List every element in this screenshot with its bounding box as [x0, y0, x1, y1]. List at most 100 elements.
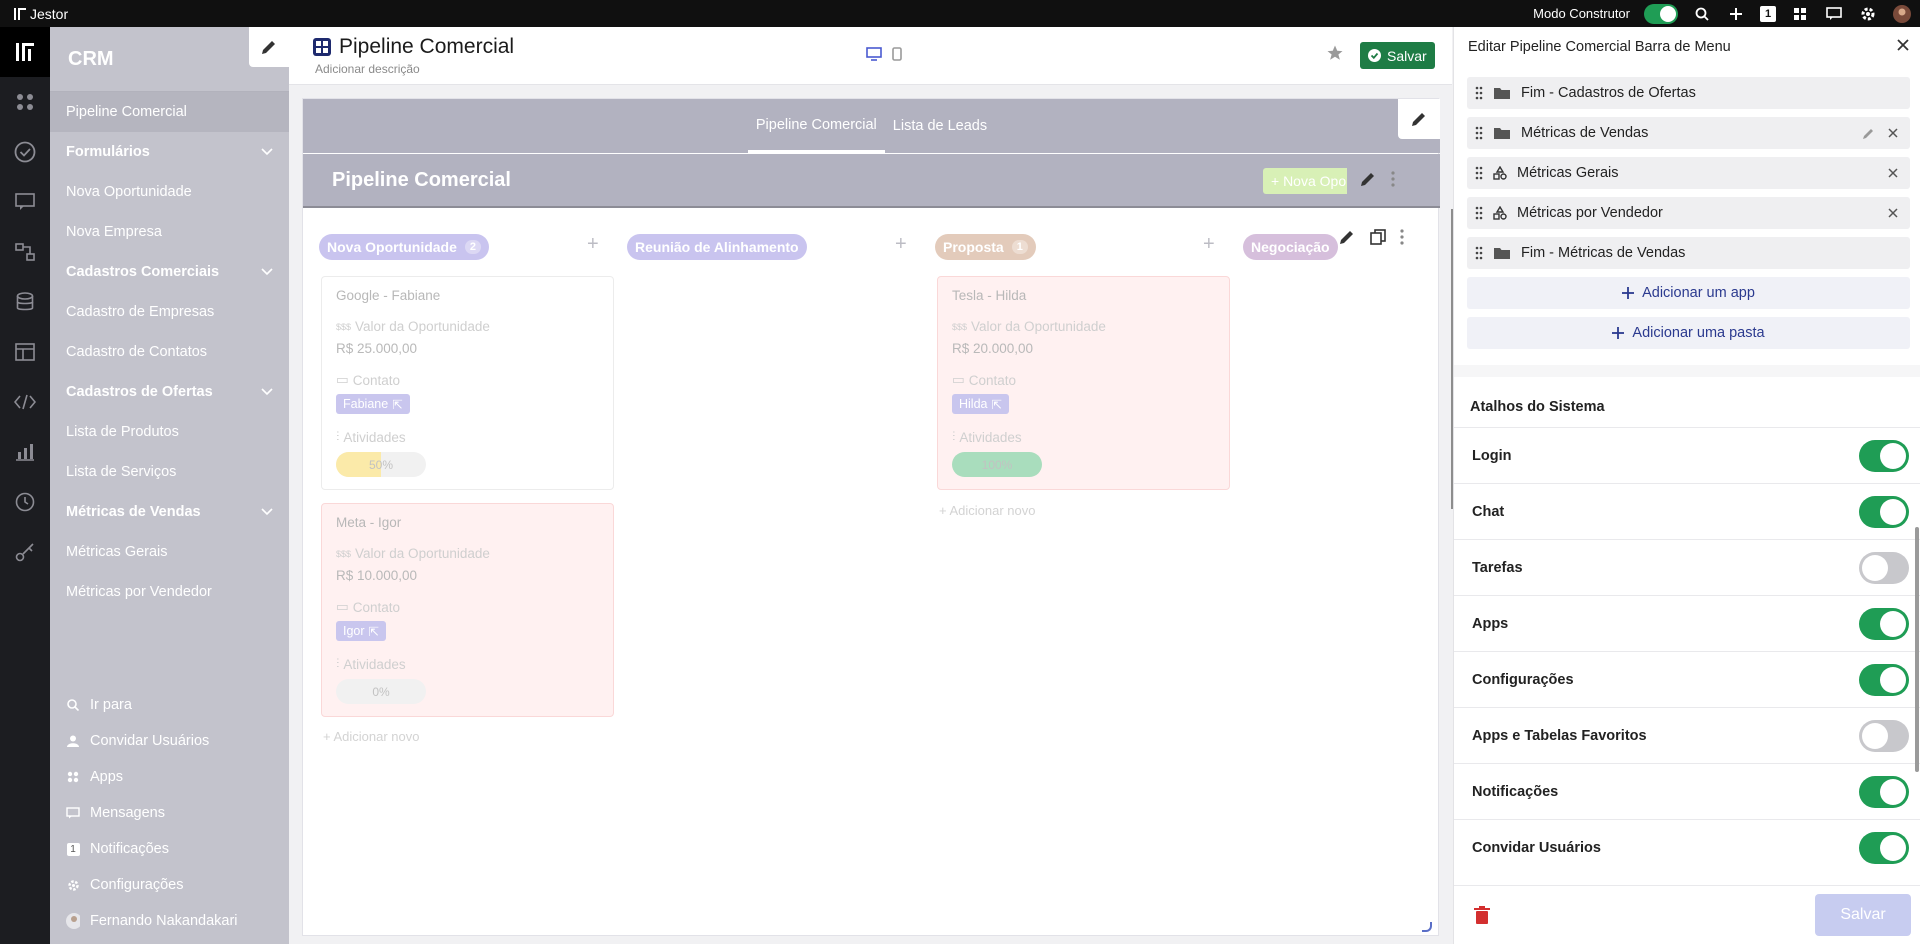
kanban-column-header[interactable]: Proposta 1 [935, 234, 1036, 260]
database-icon[interactable] [0, 277, 50, 327]
jestor-home-icon[interactable] [0, 27, 50, 77]
sidebar-bottom-item[interactable]: Fernando Nakandakari [50, 903, 289, 939]
add-app-button[interactable]: Adicionar um app [1467, 277, 1910, 309]
notification-badge[interactable]: 1 [1760, 5, 1776, 22]
chevron-down-icon[interactable] [261, 388, 273, 396]
chevron-down-icon[interactable] [261, 508, 273, 516]
sidebar-item[interactable]: Lista de Produtos [50, 412, 289, 452]
sidebar-item[interactable]: Cadastro de Contatos [50, 332, 289, 372]
menu-item-row[interactable]: Métricas de Vendas [1467, 117, 1910, 149]
kanban-column-header[interactable]: Nova Oportunidade 2 [319, 234, 490, 260]
sidebar-group[interactable]: Métricas de Vendas [50, 492, 289, 532]
add-folder-button[interactable]: Adicionar uma pasta [1467, 317, 1910, 349]
kanban-card[interactable]: Google - Fabiane $$$ Valor da Oportunidade… [321, 276, 614, 490]
avatar[interactable] [1892, 4, 1912, 24]
drag-handle-icon[interactable] [1475, 166, 1483, 180]
workflow-icon[interactable] [0, 227, 50, 277]
close-icon[interactable] [1888, 168, 1898, 178]
drag-handle-icon[interactable] [1475, 206, 1483, 220]
kanban-column-header[interactable]: Reunião de Alinhamento [627, 234, 807, 260]
more-vert-icon[interactable] [1400, 229, 1404, 245]
sidebar-group[interactable]: Cadastros Comerciais [50, 252, 289, 292]
search-icon[interactable] [1692, 4, 1712, 24]
sidebar-item[interactable]: Cadastro de Empresas [50, 292, 289, 332]
contact-tag[interactable]: Igor ⇱ [336, 621, 387, 641]
sidebar-item[interactable]: Métricas por Vendedor [50, 572, 289, 612]
contact-tag[interactable]: Hilda ⇱ [952, 394, 1009, 414]
edit-pencil-icon[interactable] [1338, 228, 1356, 246]
drag-handle-icon[interactable] [1475, 246, 1483, 260]
apps-grid-icon[interactable] [0, 77, 50, 127]
more-vert-icon[interactable] [1391, 171, 1395, 187]
sidebar-bottom-item[interactable]: Convidar Usuários [50, 723, 289, 759]
scrollbar[interactable] [1915, 527, 1919, 772]
plus-icon[interactable] [1726, 4, 1746, 24]
close-icon[interactable] [1896, 38, 1910, 52]
panel-save-button[interactable]: Salvar [1815, 894, 1911, 936]
sidebar-bottom-item[interactable]: Ir para [50, 687, 289, 723]
kanban-column-header[interactable]: Negociação [1243, 234, 1338, 260]
sidebar-bottom-item[interactable]: 1 Notificações [50, 831, 289, 867]
sidebar-bottom-item[interactable]: Configurações [50, 867, 289, 903]
chevron-down-icon[interactable] [261, 268, 273, 276]
resize-handle[interactable] [1422, 922, 1432, 932]
kanban-card[interactable]: Meta - Igor $$$ Valor da Oportunidade R$ 10… [321, 503, 614, 717]
key-icon[interactable] [0, 527, 50, 577]
kanban-card[interactable]: Tesla - Hilda $$$ Valor da Oportunidade R$ … [937, 276, 1230, 490]
shortcut-toggle[interactable] [1859, 440, 1909, 472]
shortcut-toggle[interactable] [1859, 552, 1909, 584]
sidebar-item[interactable]: Pipeline Comercial [50, 92, 289, 132]
copy-icon[interactable] [1370, 229, 1386, 245]
menu-item-row[interactable]: Métricas por Vendedor [1467, 197, 1910, 229]
shortcut-toggle[interactable] [1859, 776, 1909, 808]
shortcut-toggle[interactable] [1859, 664, 1909, 696]
drag-handle-icon[interactable] [1475, 86, 1483, 100]
layout-icon[interactable] [0, 327, 50, 377]
sidebar-item[interactable]: Nova Oportunidade [50, 172, 289, 212]
close-icon[interactable] [1888, 128, 1898, 138]
edit-tabs-pencil-icon[interactable] [1398, 99, 1440, 139]
apps-icon[interactable] [1790, 4, 1810, 24]
sidebar-bottom-item[interactable]: Apps [50, 759, 289, 795]
sidebar-group[interactable]: Cadastros de Ofertas [50, 372, 289, 412]
tab-pipeline-comercial[interactable]: Pipeline Comercial [747, 99, 885, 153]
chat-icon[interactable] [1824, 4, 1844, 24]
tab-lista-de-leads[interactable]: Lista de Leads [885, 99, 995, 153]
add-new-link[interactable]: + Adicionar novo [939, 503, 1036, 518]
messages-icon[interactable] [0, 177, 50, 227]
menu-item-row[interactable]: Métricas Gerais [1467, 157, 1910, 189]
builder-mode-toggle[interactable] [1644, 3, 1678, 24]
menu-item-row[interactable]: Fim - Cadastros de Ofertas [1467, 77, 1910, 109]
gear-icon[interactable] [1858, 4, 1878, 24]
contact-tag[interactable]: Fabiane ⇱ [336, 394, 410, 414]
description-field[interactable]: Adicionar descrição [315, 62, 420, 76]
mobile-icon[interactable] [892, 47, 902, 61]
edit-pencil-icon[interactable] [1862, 126, 1876, 140]
shortcut-toggle[interactable] [1859, 720, 1909, 752]
edit-pencil-icon[interactable] [1359, 170, 1377, 188]
close-icon[interactable] [1888, 208, 1898, 218]
code-icon[interactable] [0, 377, 50, 427]
shortcut-toggle[interactable] [1859, 832, 1909, 864]
chart-icon[interactable] [0, 427, 50, 477]
edit-pencil-icon[interactable] [249, 27, 289, 67]
add-card-icon[interactable]: + [587, 233, 599, 256]
sidebar-item[interactable]: Métricas Gerais [50, 532, 289, 572]
desktop-icon[interactable] [866, 47, 882, 61]
star-icon[interactable] [1326, 44, 1344, 62]
sidebar-item[interactable]: Nova Empresa [50, 212, 289, 252]
chevron-down-icon[interactable] [261, 148, 273, 156]
page-title[interactable]: Pipeline Comercial [313, 35, 514, 59]
trash-icon[interactable] [1474, 906, 1490, 924]
add-new-link[interactable]: + Adicionar novo [323, 729, 420, 744]
history-clock-icon[interactable] [0, 477, 50, 527]
menu-item-row[interactable]: Fim - Métricas de Vendas [1467, 237, 1910, 269]
add-card-icon[interactable]: + [895, 233, 907, 256]
drag-handle-icon[interactable] [1475, 126, 1483, 140]
sidebar-group[interactable]: Formulários [50, 132, 289, 172]
sidebar-bottom-item[interactable]: Mensagens [50, 795, 289, 831]
shortcut-toggle[interactable] [1859, 496, 1909, 528]
save-button[interactable]: Salvar [1360, 42, 1435, 69]
sidebar-item[interactable]: Lista de Serviços [50, 452, 289, 492]
brand[interactable]: Jestor [0, 6, 68, 22]
